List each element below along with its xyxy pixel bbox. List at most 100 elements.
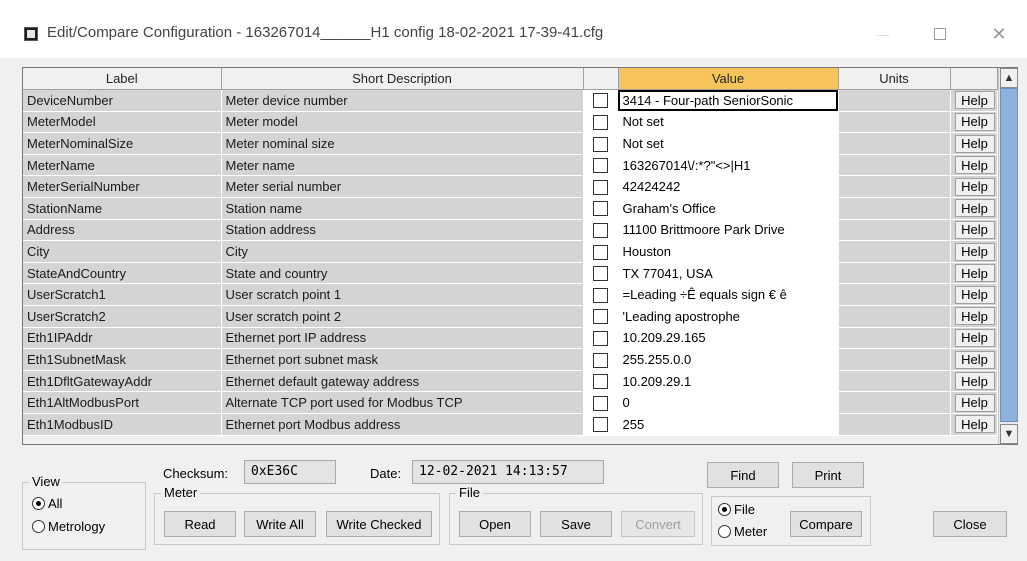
table-row[interactable]: Address Station address 11100 Brittmoore P… <box>23 219 998 242</box>
cell-check[interactable] <box>583 391 619 414</box>
read-button[interactable]: Read <box>164 511 236 537</box>
compare-button[interactable]: Compare <box>790 511 862 537</box>
row-checkbox[interactable] <box>593 201 608 217</box>
row-checkbox[interactable] <box>593 158 608 174</box>
help-button[interactable]: Help <box>954 177 995 196</box>
minimize-button[interactable]: — <box>860 18 906 50</box>
convert-button[interactable]: Convert <box>621 511 695 537</box>
table-row[interactable]: MeterName Meter name 163267014\/:*?"<>|H1 H… <box>23 154 998 177</box>
cell-check[interactable] <box>583 305 619 328</box>
row-checkbox[interactable] <box>593 330 608 346</box>
compare-meter-radio[interactable]: Meter <box>718 524 767 539</box>
row-checkbox[interactable] <box>593 395 608 411</box>
cell-value[interactable]: 42424242 <box>618 175 839 199</box>
row-checkbox[interactable] <box>593 309 608 325</box>
cell-check[interactable] <box>583 327 619 350</box>
column-header-label[interactable]: Label <box>23 68 222 91</box>
cell-value[interactable]: 11100 Brittmoore Park Drive <box>618 219 839 242</box>
cell-check[interactable] <box>583 197 619 220</box>
table-row[interactable]: UserScratch1 User scratch point 1 =Leading… <box>23 283 998 307</box>
write-checked-button[interactable]: Write Checked <box>326 511 432 537</box>
help-button[interactable]: Help <box>954 199 995 218</box>
help-button[interactable]: Help <box>954 156 995 175</box>
cell-value[interactable]: TX 77041, USA <box>618 262 839 285</box>
help-button[interactable]: Help <box>954 264 995 283</box>
row-checkbox[interactable] <box>593 244 608 260</box>
cell-check[interactable] <box>583 240 619 263</box>
table-row[interactable]: Eth1DfltGatewayAddr Ethernet default gate… <box>23 370 998 393</box>
cell-value[interactable]: Houston <box>618 240 839 263</box>
row-checkbox[interactable] <box>593 136 608 152</box>
table-row[interactable]: MeterSerialNumber Meter serial number 4242… <box>23 175 998 199</box>
cell-value[interactable]: 163267014\/:*?"<>|H1 <box>618 154 839 177</box>
compare-file-radio[interactable]: File <box>718 502 755 517</box>
cell-value[interactable]: =Leading ÷Ê equals sign € ê <box>618 283 839 307</box>
row-checkbox[interactable] <box>593 93 608 109</box>
cell-value[interactable]: 10.209.29.165 <box>618 327 839 350</box>
help-button[interactable]: Help <box>954 220 995 239</box>
cell-value[interactable]: 10.209.29.1 <box>618 370 839 393</box>
table-row[interactable]: Eth1IPAddr Ethernet port IP address 10.209… <box>23 327 998 350</box>
help-button[interactable]: Help <box>954 372 995 391</box>
table-row[interactable]: Eth1SubnetMask Ethernet port subnet mask 2… <box>23 348 998 371</box>
table-row[interactable]: MeterNominalSize Meter nominal size Not se… <box>23 132 998 155</box>
table-row[interactable]: DeviceNumber Meter device number 3414 - Fo… <box>23 89 998 112</box>
view-all-radio[interactable]: All <box>32 496 62 511</box>
vertical-scrollbar[interactable]: ▲ ▼ <box>998 68 1018 444</box>
find-button[interactable]: Find <box>707 462 779 488</box>
cell-value[interactable]: 0 <box>618 391 839 414</box>
help-button[interactable]: Help <box>954 350 995 369</box>
help-button[interactable]: Help <box>954 328 995 347</box>
table-row[interactable]: MeterModel Meter model Not set Help <box>23 111 998 134</box>
cell-value[interactable]: Not set <box>618 132 839 155</box>
row-checkbox[interactable] <box>593 287 608 303</box>
cell-check[interactable] <box>583 154 619 177</box>
cell-value[interactable]: Not set <box>618 111 839 134</box>
table-row[interactable]: Eth1ModbusID Ethernet port Modbus address… <box>23 413 998 436</box>
column-header-value[interactable]: Value <box>618 68 839 91</box>
cell-check[interactable] <box>583 111 619 134</box>
help-button[interactable]: Help <box>954 415 995 434</box>
row-checkbox[interactable] <box>593 352 608 368</box>
help-button[interactable]: Help <box>954 307 995 326</box>
row-checkbox[interactable] <box>593 266 608 282</box>
cell-check[interactable] <box>583 132 619 155</box>
cell-check[interactable] <box>583 262 619 285</box>
row-checkbox[interactable] <box>593 374 608 390</box>
table-row[interactable]: City City Houston Help <box>23 240 998 263</box>
cell-check[interactable] <box>583 413 619 436</box>
row-checkbox[interactable] <box>593 417 608 433</box>
cell-value[interactable]: 255 <box>618 413 839 436</box>
help-button[interactable]: Help <box>954 134 995 153</box>
table-row[interactable]: StateAndCountry State and country TX 77041… <box>23 262 998 285</box>
maximize-button[interactable] <box>917 18 963 50</box>
help-button[interactable]: Help <box>954 112 995 131</box>
view-metrology-radio[interactable]: Metrology <box>32 519 105 534</box>
scroll-down-button[interactable]: ▼ <box>1000 424 1018 444</box>
column-header-check[interactable] <box>583 68 619 91</box>
help-button[interactable]: Help <box>954 91 995 110</box>
help-button[interactable]: Help <box>954 285 995 304</box>
save-button[interactable]: Save <box>540 511 612 537</box>
write-all-button[interactable]: Write All <box>244 511 316 537</box>
table-row[interactable]: Eth1AltModbusPort Alternate TCP port used… <box>23 391 998 414</box>
cell-check[interactable] <box>583 370 619 393</box>
cell-check[interactable] <box>583 175 619 199</box>
table-row[interactable]: StationName Station name Graham's Office He… <box>23 197 998 220</box>
column-header-units[interactable]: Units <box>838 68 951 91</box>
row-checkbox[interactable] <box>593 222 608 238</box>
cell-value[interactable]: 3414 - Four-path SeniorSonic <box>618 89 839 112</box>
cell-check[interactable] <box>583 89 619 112</box>
table-row[interactable]: UserScratch2 User scratch point 2 'Leading… <box>23 305 998 328</box>
cell-value[interactable]: 255.255.0.0 <box>618 348 839 371</box>
cell-value[interactable]: Graham's Office <box>618 197 839 220</box>
scroll-up-button[interactable]: ▲ <box>1000 68 1018 88</box>
open-button[interactable]: Open <box>459 511 531 537</box>
column-header-short-description[interactable]: Short Description <box>221 68 584 91</box>
row-checkbox[interactable] <box>593 115 608 131</box>
print-button[interactable]: Print <box>792 462 864 488</box>
cell-value[interactable]: 'Leading apostrophe <box>618 305 839 328</box>
close-button[interactable]: Close <box>933 511 1007 537</box>
help-button[interactable]: Help <box>954 393 995 412</box>
close-window-button[interactable]: ✕ <box>976 18 1022 50</box>
